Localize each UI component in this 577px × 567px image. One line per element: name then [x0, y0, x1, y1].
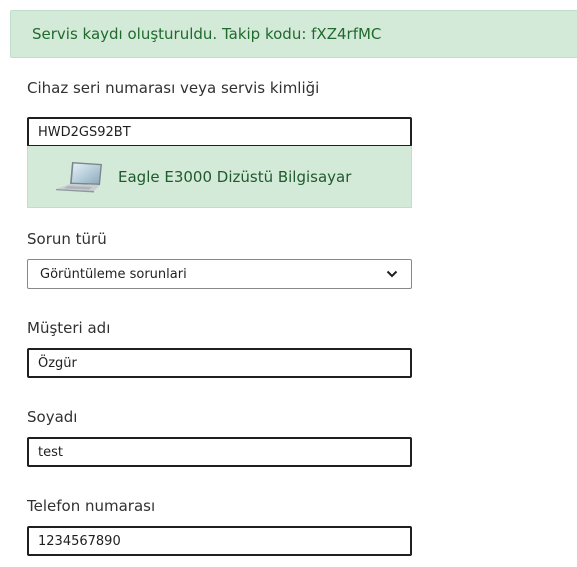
customer-name-label: Müşteri adı — [27, 319, 111, 337]
surname-input[interactable]: test — [27, 437, 412, 467]
success-alert-message: Servis kaydı oluşturuldu. Takip kodu: fX… — [32, 25, 382, 43]
service-form-page: Servis kaydı oluşturuldu. Takip kodu: fX… — [0, 0, 577, 567]
phone-input[interactable]: 1234567890 — [27, 526, 412, 556]
chevron-down-icon — [385, 267, 399, 281]
serial-input[interactable]: HWD2GS92BT — [27, 117, 412, 147]
issue-type-selected-value: Görüntüleme sorunlari — [40, 266, 187, 282]
device-match-card: Eagle E3000 Dizüstü Bilgisayar — [27, 146, 412, 208]
phone-label: Telefon numarası — [27, 497, 156, 515]
surname-label: Soyadı — [27, 408, 78, 426]
laptop-icon — [56, 161, 102, 192]
issue-type-select[interactable]: Görüntüleme sorunlari — [27, 259, 412, 289]
device-name: Eagle E3000 Dizüstü Bilgisayar — [118, 167, 352, 186]
customer-name-input[interactable]: Özgür — [27, 348, 412, 378]
success-alert: Servis kaydı oluşturuldu. Takip kodu: fX… — [10, 10, 577, 58]
issue-type-label: Sorun türü — [27, 230, 107, 248]
serial-label: Cihaz seri numarası veya servis kimliği — [27, 79, 320, 97]
